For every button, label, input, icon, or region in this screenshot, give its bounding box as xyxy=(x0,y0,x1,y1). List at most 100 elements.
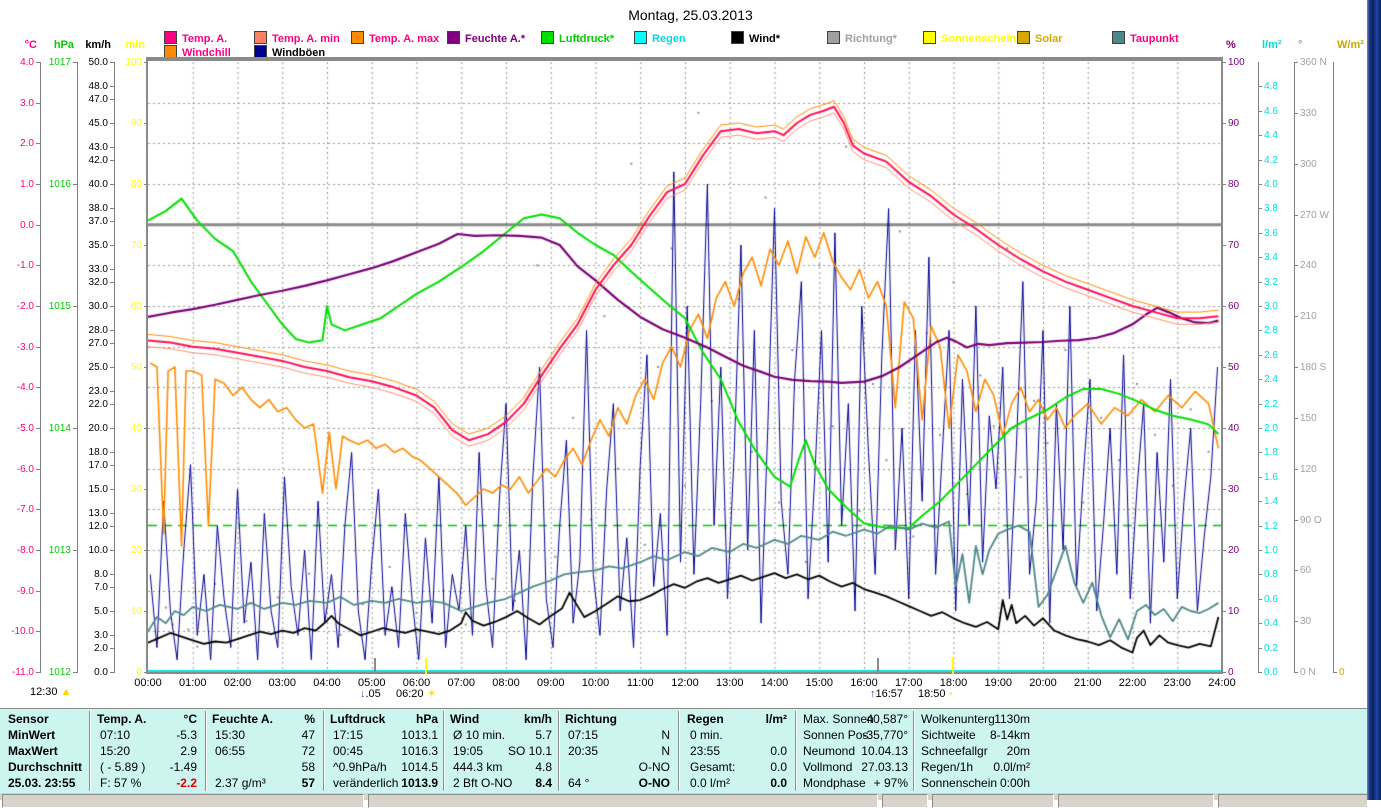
statusbar-segment xyxy=(882,794,928,808)
marker-sunrise: 06:20 ☀ xyxy=(396,688,437,700)
tick-kmh xyxy=(110,330,114,332)
tick-label-pct: 10 xyxy=(1228,606,1240,617)
tick-label-deg: 60 xyxy=(1300,565,1312,577)
tick-label-degC: -11.0 xyxy=(11,667,34,678)
table-separator xyxy=(443,711,445,791)
tick-label-kmh: 12.0 xyxy=(88,520,108,532)
tick-lm2 xyxy=(1258,306,1262,307)
tick-degC xyxy=(36,590,40,592)
table-separator xyxy=(913,711,915,791)
tick-label-degC: -10.0 xyxy=(11,626,34,638)
axis-line-lm2 xyxy=(1258,62,1259,673)
sunset-icon: ▫ xyxy=(948,688,953,700)
tick-label-pct: 50 xyxy=(1228,362,1240,373)
sunset-tick xyxy=(952,658,954,674)
legend-label: Sonnenschein xyxy=(941,33,1017,45)
x-tick-label: 01:00 xyxy=(178,677,207,689)
tick-label-kmh: 22.0 xyxy=(88,398,108,410)
tick-label-pct: 30 xyxy=(1228,484,1240,495)
tick-label-degC: 0.0 xyxy=(20,219,34,231)
table-separator xyxy=(678,711,680,791)
tick-label-lm2: 4.4 xyxy=(1264,130,1278,142)
cell-value: 0.0 xyxy=(770,760,787,774)
x-tick-label: 11:00 xyxy=(626,677,654,689)
legend-item-temp-a-max: Temp. A. max xyxy=(351,31,440,45)
tick-label-min: 90 xyxy=(130,118,142,129)
legend-swatch-icon xyxy=(731,31,744,44)
tick-label-hPa: 1012 xyxy=(48,667,71,678)
legend-label: Solar xyxy=(1035,33,1063,45)
tick-label-lm2: 1.8 xyxy=(1264,447,1278,459)
tick-label-pct: 90 xyxy=(1228,118,1240,129)
tick-label-kmh: 10.0 xyxy=(88,545,108,556)
tick-kmh xyxy=(110,452,114,454)
tick-label-deg: 240 xyxy=(1300,260,1317,272)
tick-label-kmh: 18.0 xyxy=(88,447,108,459)
tick-lm2 xyxy=(1258,354,1262,356)
tick-lm2 xyxy=(1258,672,1262,673)
tick-label-lm2: 3.2 xyxy=(1264,276,1278,288)
tick-label-kmh: 7.0 xyxy=(94,581,108,593)
astro-value: 27.03.13 xyxy=(861,760,908,774)
tick-lm2 xyxy=(1258,257,1262,259)
statusbar-segment xyxy=(932,794,1054,808)
astro-value: 1130m xyxy=(994,712,1030,726)
axis-unit-lm2: l/m² xyxy=(1262,39,1282,51)
tick-label-deg: 300 xyxy=(1300,158,1317,170)
cell-value: 8.4 xyxy=(535,776,552,790)
tick-degC xyxy=(36,143,40,145)
legend-swatch-icon xyxy=(1017,31,1030,44)
x-tick-label: 14:00 xyxy=(760,677,789,689)
tick-label-hPa: 1015 xyxy=(48,301,71,312)
legend-label: Richtung* xyxy=(845,33,897,45)
marker-sunset: 18:50 ▫ xyxy=(918,688,953,700)
tick-deg xyxy=(1294,112,1298,114)
col-unit: l/m² xyxy=(765,712,787,726)
col-header: Richtung xyxy=(565,712,617,726)
cell-value: SO 10.1 xyxy=(507,744,552,758)
tick-label-kmh: 42.0 xyxy=(88,154,108,166)
tick-label-kmh: 20.0 xyxy=(88,423,108,434)
tick-degC xyxy=(36,224,40,226)
tick-label-kmh: 47.0 xyxy=(88,93,108,105)
cell-value: 1013.9 xyxy=(401,776,438,790)
tick-lm2 xyxy=(1258,550,1262,551)
tick-degC xyxy=(36,265,40,267)
tick-label-lm2: 2.6 xyxy=(1264,349,1278,361)
tick-label-kmh: 45.0 xyxy=(88,118,108,129)
tick-label-min: 80 xyxy=(130,179,142,190)
tick-lm2 xyxy=(1258,647,1262,649)
table-separator xyxy=(205,711,207,791)
legend-swatch-icon xyxy=(447,31,460,44)
plot-border-left xyxy=(146,57,148,674)
cell-value: 1014.5 xyxy=(401,760,438,774)
tick-label-min: 70 xyxy=(130,240,142,251)
tick-label-min: 60 xyxy=(130,301,142,312)
tick-deg xyxy=(1294,265,1298,267)
cell-value: N xyxy=(661,744,670,758)
legend-item-temp-a-: Temp. A. xyxy=(164,31,227,45)
tick-deg xyxy=(1294,672,1298,673)
tick-wm2 xyxy=(1333,672,1337,673)
tick-label-lm2: 2.4 xyxy=(1264,374,1278,386)
astro-value: 20m xyxy=(1006,744,1030,758)
cell-value: 1013.1 xyxy=(401,728,438,742)
tick-label-kmh: 32.0 xyxy=(88,276,108,288)
tick-label-deg: 120 xyxy=(1300,463,1317,475)
legend-label: Feuchte A.* xyxy=(465,33,526,45)
row-label: MinWert xyxy=(8,728,56,742)
tick-label-kmh: 5.0 xyxy=(94,606,108,617)
axis-unit-hPa: hPa xyxy=(53,39,74,51)
tick-kmh xyxy=(110,464,114,466)
tick-label-pct: 70 xyxy=(1228,240,1240,251)
legend-label: Temp. A. max xyxy=(369,33,440,45)
x-tick-label: 22:00 xyxy=(1118,677,1147,689)
axis-unit-min: min xyxy=(125,39,145,51)
tick-label-kmh: 35.0 xyxy=(88,240,108,251)
tick-kmh xyxy=(110,208,114,210)
tick-lm2 xyxy=(1258,452,1262,454)
tick-kmh xyxy=(110,525,114,527)
tick-label-lm2: 2.2 xyxy=(1264,398,1278,410)
legend-label: Luftdruck* xyxy=(559,33,614,45)
tick-lm2 xyxy=(1258,428,1262,429)
